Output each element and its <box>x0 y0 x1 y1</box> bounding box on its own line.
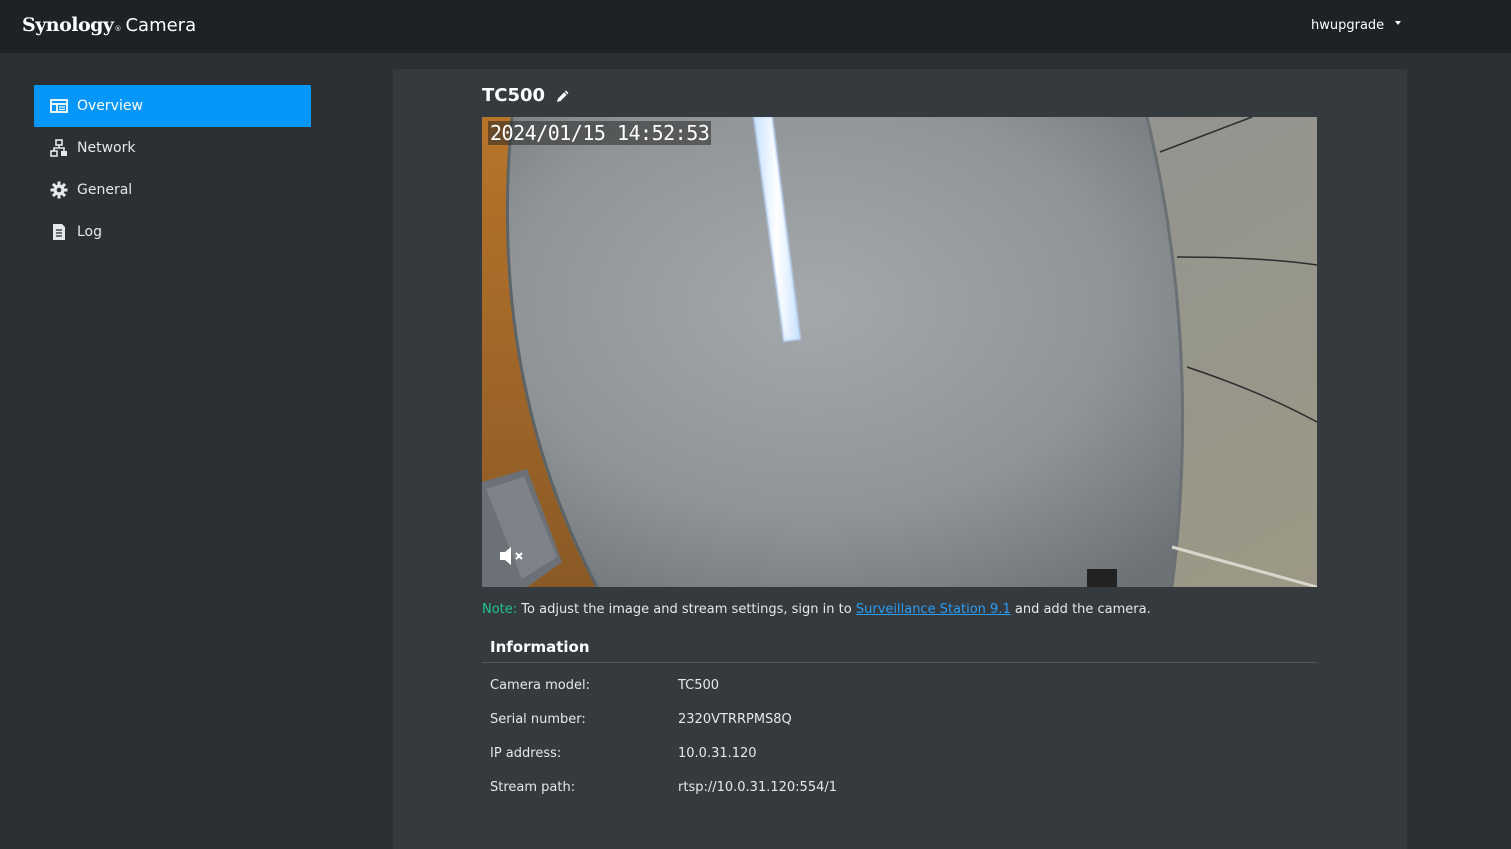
sidebar-item-log[interactable]: Log <box>34 211 311 253</box>
info-value: rtsp://10.0.31.120:554/1 <box>678 780 838 795</box>
sidebar-item-label: Log <box>77 224 103 240</box>
pencil-icon <box>557 90 569 102</box>
note-label: Note: <box>482 602 518 617</box>
note-body-end: and add the camera. <box>1014 602 1151 617</box>
info-value: 10.0.31.120 <box>678 746 757 761</box>
info-row-serial-number: Serial number: 2320VTRRPMS8Q <box>490 712 792 727</box>
info-value: 2320VTRRPMS8Q <box>678 712 792 727</box>
brand-product: Camera <box>125 15 197 36</box>
info-row-camera-model: Camera model: TC500 <box>490 678 719 693</box>
gear-icon <box>50 181 68 199</box>
camera-title: TC500 <box>482 85 571 106</box>
info-row-ip-address: IP address: 10.0.31.120 <box>490 746 757 761</box>
sidebar-item-general[interactable]: General <box>34 169 311 211</box>
info-key: Serial number: <box>490 712 586 727</box>
speaker-muted-icon <box>500 547 523 565</box>
sidebar-item-label: General <box>77 182 133 198</box>
mute-button[interactable] <box>498 545 528 567</box>
note-body: To adjust the image and stream settings,… <box>521 602 852 617</box>
information-heading: Information <box>490 638 590 656</box>
divider <box>482 662 1317 663</box>
brand-registered-mark: ® <box>114 25 122 33</box>
video-timestamp: 2024/01/15 14:52:53 <box>488 121 712 145</box>
sidebar-item-label: Network <box>77 140 136 156</box>
info-key: Camera model: <box>490 678 591 693</box>
info-key: IP address: <box>490 746 562 761</box>
camera-live-view[interactable]: 2024/01/15 14:52:53 <box>482 117 1317 587</box>
info-value: TC500 <box>678 678 720 693</box>
info-key: Stream path: <box>490 780 576 795</box>
log-icon <box>50 223 68 241</box>
network-icon <box>50 139 68 157</box>
main-panel: TC500 2024/01/15 14:52:53 Note: To adjus… <box>393 69 1407 849</box>
surveillance-station-link[interactable]: Surveillance Station 9.1 <box>856 602 1011 617</box>
overview-icon <box>50 97 68 115</box>
sidebar-item-label: Overview <box>77 98 143 114</box>
brand-name: Synology <box>22 14 114 36</box>
sidebar-item-overview[interactable]: Overview <box>34 85 311 127</box>
username-label: hwupgrade <box>1311 18 1385 33</box>
camera-name: TC500 <box>482 85 546 106</box>
top-bar: Synology ® Camera hwupgrade <box>0 0 1511 53</box>
info-row-stream-path: Stream path: rtsp://10.0.31.120:554/1 <box>490 780 837 795</box>
note-text: Note: To adjust the image and stream set… <box>482 602 1151 617</box>
sidebar-item-network[interactable]: Network <box>34 127 311 169</box>
chevron-down-icon <box>1395 20 1402 25</box>
edit-name-button[interactable] <box>555 88 571 104</box>
sidebar: Overview Network General Log <box>34 85 311 253</box>
camera-feed-image <box>482 117 1317 587</box>
user-menu[interactable]: hwupgrade <box>1311 18 1402 33</box>
app-logo: Synology ® Camera <box>22 14 196 36</box>
